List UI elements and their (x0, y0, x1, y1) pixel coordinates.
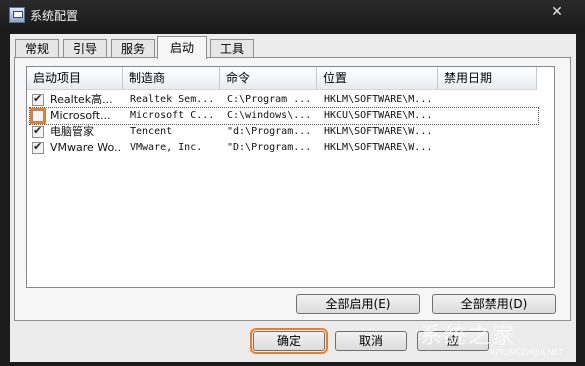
cell-command: "D:\Program... (227, 142, 312, 153)
column-manufacturer[interactable]: 制造商 (123, 67, 220, 89)
cell-location: HKLM\SOFTWARE\W... (324, 126, 433, 137)
cell-command: C:\Program ... (227, 94, 312, 105)
watermark: 系统之家 XITONGZHIJIA.NET (420, 318, 580, 362)
table-row[interactable]: VMware Wo... VMware, Inc. "D:\Program...… (30, 140, 538, 156)
tab-startup[interactable]: 启动 (157, 36, 207, 59)
watermark-logo: 系统之家 (420, 324, 517, 349)
tab-services[interactable]: 服务 (111, 39, 155, 58)
close-button[interactable]: ✕ (545, 2, 569, 22)
column-location[interactable]: 位置 (317, 67, 438, 89)
ok-button[interactable]: 确定 (250, 328, 328, 354)
title-bar: 系统配置 ✕ (0, 0, 585, 32)
cancel-button[interactable]: 取消 (335, 331, 407, 351)
cell-name: Microsoft... (50, 109, 111, 122)
column-startup-item[interactable]: 启动项目 (27, 67, 123, 89)
tab-boot[interactable]: 引导 (63, 39, 107, 58)
tab-general[interactable]: 常规 (15, 39, 59, 58)
cell-location: HKLM\SOFTWARE\M... (324, 94, 433, 105)
cell-manufacturer: Microsoft C... (130, 110, 215, 121)
cell-location: HKLM\SOFTWARE\W... (324, 142, 433, 153)
row-checkbox[interactable] (30, 108, 46, 124)
cell-name: VMware Wo... (50, 141, 122, 154)
cell-command: "d:\Program... (227, 126, 312, 137)
table-row[interactable]: Realtek高... Realtek Sem... C:\Program ..… (30, 92, 538, 108)
cell-manufacturer: VMware, Inc. (130, 142, 203, 153)
enable-all-button[interactable]: 全部启用(E) (296, 294, 420, 314)
row-checkbox[interactable] (32, 140, 44, 154)
watermark-text: XITONGZHIJIA.NET (490, 348, 564, 357)
disable-all-button[interactable]: 全部禁用(D) (432, 294, 556, 314)
cell-command: C:\windows\... (227, 110, 312, 121)
row-checkbox[interactable] (32, 124, 44, 138)
window-title: 系统配置 (30, 9, 79, 23)
row-checkbox[interactable] (32, 92, 44, 106)
cell-name: Realtek高... (50, 93, 113, 106)
cell-name: 电脑管家 (50, 125, 94, 138)
cell-location: HKCU\SOFTWARE\M... (324, 110, 433, 121)
column-disabled-date[interactable]: 禁用日期 (438, 67, 537, 89)
tab-tools[interactable]: 工具 (210, 39, 254, 58)
cell-manufacturer: Realtek Sem... (130, 94, 215, 105)
cell-manufacturer: Tencent (130, 126, 173, 137)
table-row[interactable]: Microsoft... Microsoft C... C:\windows\.… (29, 107, 539, 125)
app-icon (9, 7, 25, 23)
column-command[interactable]: 命令 (220, 67, 317, 89)
table-row[interactable]: 电脑管家 Tencent "d:\Program... HKLM\SOFTWAR… (30, 124, 538, 140)
